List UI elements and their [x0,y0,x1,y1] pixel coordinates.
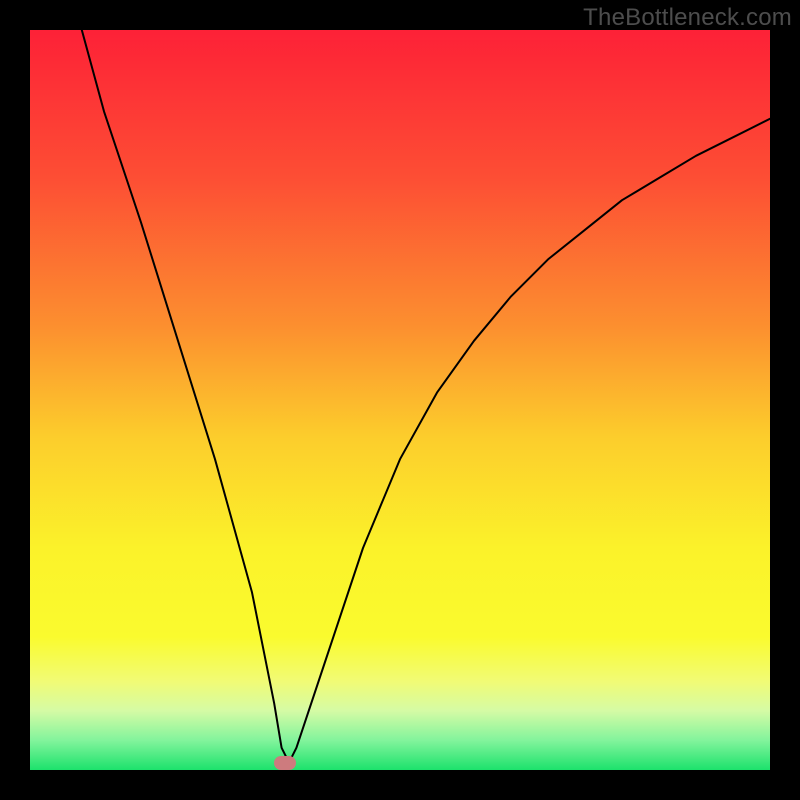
bottleneck-curve [30,30,770,770]
watermark-text: TheBottleneck.com [583,4,792,32]
optimal-point-marker [274,756,296,770]
chart-area [30,30,770,770]
